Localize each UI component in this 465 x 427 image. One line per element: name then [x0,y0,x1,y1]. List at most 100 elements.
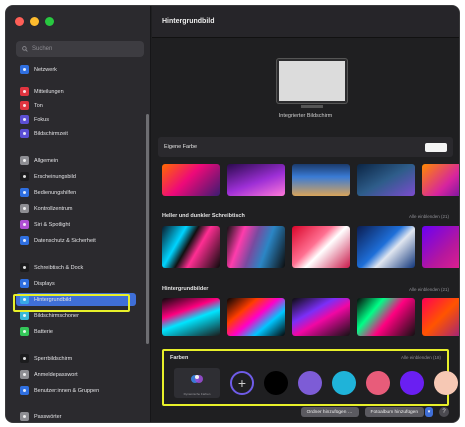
search-icon [22,46,28,52]
monitor-thumbnail[interactable] [277,59,347,103]
main-pane: Hintergrundbild Integrierter Bildschirm … [152,6,459,422]
wallpapers-title: Hintergrundbilder [162,286,209,292]
sidebar-item-ton[interactable]: Ton [16,99,136,112]
sidebar-item-anmeldepasswort[interactable]: Anmeldepasswort [16,368,136,381]
monitor-stand [301,105,323,108]
chevron-down-icon[interactable]: ▾ [425,407,433,417]
sidebar-item-passwörter[interactable]: Passwörter [16,410,136,422]
battery-icon [20,327,29,336]
sidebar-item-label: Bildschirmschoner [34,312,79,319]
wallpaper-thumbnail[interactable] [292,164,350,196]
add-folder-button[interactable]: Ordner hinzufügen … [300,407,359,417]
wallpaper-thumbnail[interactable] [422,164,459,196]
custom-color-swatch[interactable] [425,142,447,152]
sidebar-item-fokus[interactable]: Fokus [16,113,136,126]
sidebar-item-label: Batterie [34,328,53,335]
display-icon [20,279,29,288]
sidebar-item-label: Datenschutz & Sicherheit [34,237,96,244]
wallpapers-row [162,298,459,336]
color-swatch[interactable] [434,371,458,395]
wallpaper-thumbnail[interactable] [357,164,415,196]
minimize-button[interactable] [30,17,39,26]
wallpaper-thumbnail[interactable] [162,164,220,196]
lock-icon [20,370,29,379]
sidebar-item-allgemein[interactable]: Allgemein [16,154,136,167]
sidebar-item-label: Benutzer:innen & Gruppen [34,387,100,394]
sidebar-item-hintergrundbild[interactable]: Hintergrundbild [16,293,136,306]
sidebar-item-mitteilungen[interactable]: Mitteilungen [16,85,136,98]
sidebar-item-datenschutz-sicherheit[interactable]: Datenschutz & Sicherheit [16,234,136,247]
dynamic-color-icon [191,375,203,383]
wallpaper-thumbnail[interactable] [162,298,220,336]
sidebar-item-label: Mitteilungen [34,88,64,95]
sidebar-item-label: Ton [34,102,43,109]
sidebar-item-bedienungshilfen[interactable]: Bedienungshilfen [16,186,136,199]
appearance-icon [20,172,29,181]
dynamic-colors-tile[interactable]: Dynamische Farben [174,368,220,398]
dock-icon [20,263,29,272]
wallpaper-thumbnail[interactable] [422,226,459,268]
colors-section: Farben Alle einblenden (18) Dynamische F… [162,349,458,406]
wallpaper-thumbnail[interactable] [227,226,285,268]
wallpaper-thumbnail[interactable] [227,298,285,336]
color-swatch[interactable] [298,371,322,395]
color-swatch[interactable] [366,371,390,395]
color-swatch[interactable] [332,371,356,395]
sidebar-item-batterie[interactable]: Batterie [16,325,136,338]
sidebar-item-label: Schreibtisch & Dock [34,264,84,271]
screensaver-icon [20,311,29,320]
sidebar-item-label: Displays [34,280,55,287]
help-button[interactable]: ? [439,407,449,417]
sidebar-item-erscheinungsbild[interactable]: Erscheinungsbild [16,170,136,183]
sidebar-item-sperrbildschirm[interactable]: Sperrbildschirm [16,352,136,365]
zoom-button[interactable] [45,17,54,26]
hand-icon [20,236,29,245]
display-preview: Integrierter Bildschirm [152,39,459,129]
dynamic-wallpapers-row [162,164,459,196]
colors-show-all[interactable]: Alle einblenden (18) [401,355,441,361]
sidebar-item-schreibtisch-dock[interactable]: Schreibtisch & Dock [16,261,136,274]
bell-icon [20,87,29,96]
sidebar-item-label: Erscheinungsbild [34,173,76,180]
add-album-button[interactable]: Fotoalbum hinzufügen [364,407,424,417]
wallpaper-thumbnail[interactable] [422,298,459,336]
wallpaper-thumbnail[interactable] [292,226,350,268]
sidebar-item-benutzer-innen-gruppen[interactable]: Benutzer:innen & Gruppen [16,384,136,397]
sidebar-item-bildschirmzeit[interactable]: Bildschirmzeit [16,127,136,140]
sidebar-item-bildschirmschoner[interactable]: Bildschirmschoner [16,309,136,322]
wallpapers-section-header: Hintergrundbilder Alle einblenden (21) [162,286,449,292]
titlebar: Hintergrundbild [152,6,459,38]
close-button[interactable] [15,17,24,26]
search-field[interactable]: Suchen [16,41,144,57]
sidebar-item-kontrollzentrum[interactable]: Kontrollzentrum [16,202,136,215]
color-swatch[interactable] [264,371,288,395]
colors-title: Farben [170,355,189,361]
custom-color-row[interactable]: Eigene Farbe [158,137,453,157]
sidebar-item-label: Passwörter [34,413,62,420]
sidebar-item-siri-spotlight[interactable]: Siri & Spotlight [16,218,136,231]
wallpaper-thumbnail[interactable] [357,298,415,336]
sidebar-item-label: Netzwerk [34,66,57,73]
sidebar-item-label: Siri & Spotlight [34,221,71,228]
search-placeholder: Suchen [32,46,53,52]
wallpapers-show-all[interactable]: Alle einblenden (21) [409,287,449,292]
dynamic-colors-label: Dynamische Farben [183,391,211,396]
sidebar-scrollbar[interactable] [146,114,149,344]
wallpaper-thumbnail[interactable] [292,298,350,336]
wallpaper-thumbnail[interactable] [357,226,415,268]
siri-icon [20,220,29,229]
key-icon [20,412,29,421]
wallpaper-thumbnail[interactable] [227,164,285,196]
sidebar: Suchen Netzwerk Mitteilungen Ton Fokus Bilds… [6,6,151,422]
sidebar-item-displays[interactable]: Displays [16,277,136,290]
add-color-button[interactable]: + [230,371,254,395]
color-swatch[interactable] [400,371,424,395]
sidebar-item-netzwerk[interactable]: Netzwerk [16,63,136,76]
sidebar-item-label: Bedienungshilfen [34,189,77,196]
moon-icon [20,115,29,124]
accessibility-icon [20,188,29,197]
speaker-icon [20,101,29,110]
wallpaper-thumbnail[interactable] [162,226,220,268]
sidebar-item-label: Hintergrundbild [34,296,72,303]
light-dark-show-all[interactable]: Alle einblenden (21) [409,214,449,219]
